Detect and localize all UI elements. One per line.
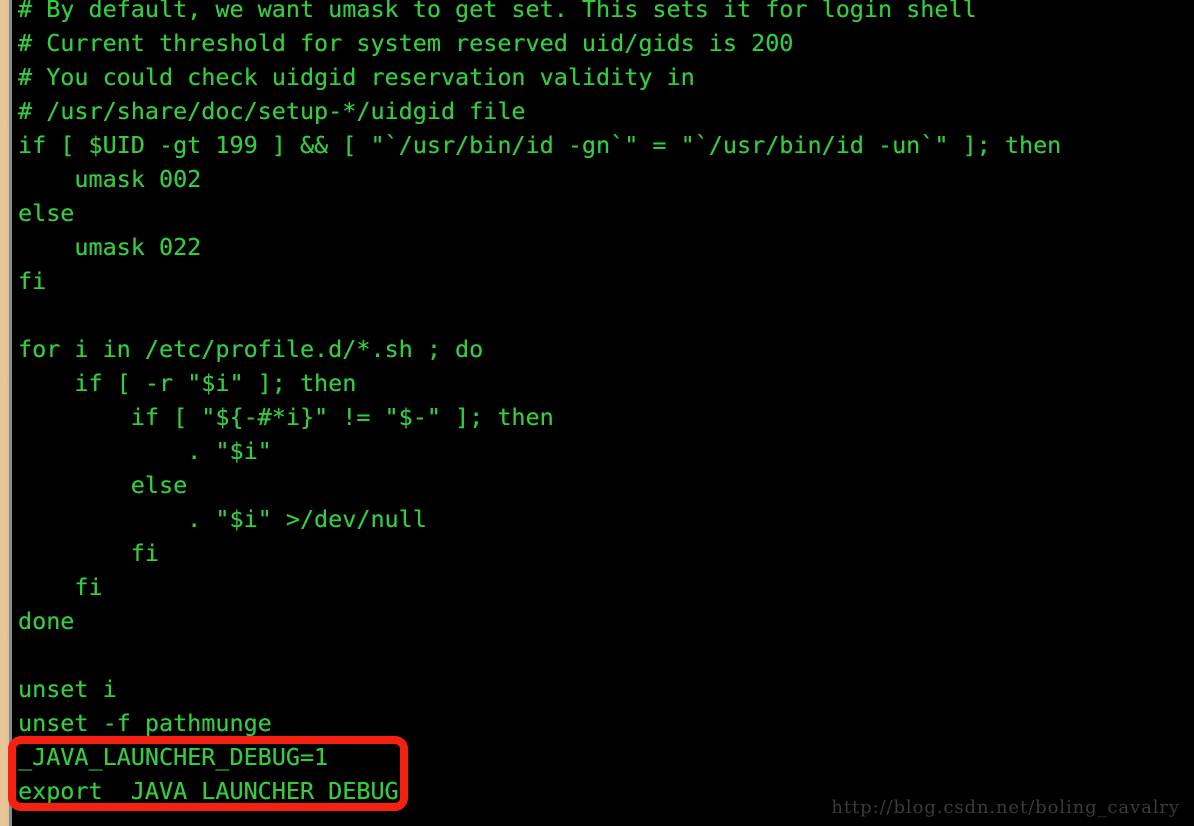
code-line: # You could check uidgid reservation val… <box>18 63 695 91</box>
terminal-screenshot: # By default, we want umask to get set. … <box>0 0 1194 826</box>
red-highlight-annotation <box>8 736 408 811</box>
left-gutter-divider <box>9 0 12 826</box>
code-line: if [ "${-#*i}" != "$-" ]; then <box>18 403 554 431</box>
shell-script-code: # By default, we want umask to get set. … <box>18 0 1061 808</box>
code-line: fi <box>18 539 159 567</box>
code-line: fi <box>18 573 103 601</box>
terminal-surface[interactable]: # By default, we want umask to get set. … <box>12 0 1194 826</box>
code-line: else <box>18 199 75 227</box>
code-line: # /usr/share/doc/setup-*/uidgid file <box>18 97 526 125</box>
code-line: # Current threshold for system reserved … <box>18 29 794 57</box>
blog-watermark: http://blog.csdn.net/boling_cavalry <box>831 797 1180 818</box>
code-line: umask 002 <box>18 165 202 193</box>
code-line: fi <box>18 267 47 295</box>
left-gutter-strip <box>0 0 9 826</box>
code-line: . "$i" <box>18 437 272 465</box>
code-line: umask 022 <box>18 233 202 261</box>
code-line: for i in /etc/profile.d/*.sh ; do <box>18 335 484 363</box>
code-line: unset i <box>18 675 117 703</box>
code-line: done <box>18 607 75 635</box>
code-line: if [ $UID -gt 199 ] && [ "`/usr/bin/id -… <box>18 131 1062 159</box>
code-line: else <box>18 471 188 499</box>
code-line: unset -f pathmunge <box>18 709 272 737</box>
code-line: if [ -r "$i" ]; then <box>18 369 357 397</box>
code-line: # By default, we want umask to get set. … <box>18 0 977 23</box>
code-line: . "$i" >/dev/null <box>18 505 427 533</box>
